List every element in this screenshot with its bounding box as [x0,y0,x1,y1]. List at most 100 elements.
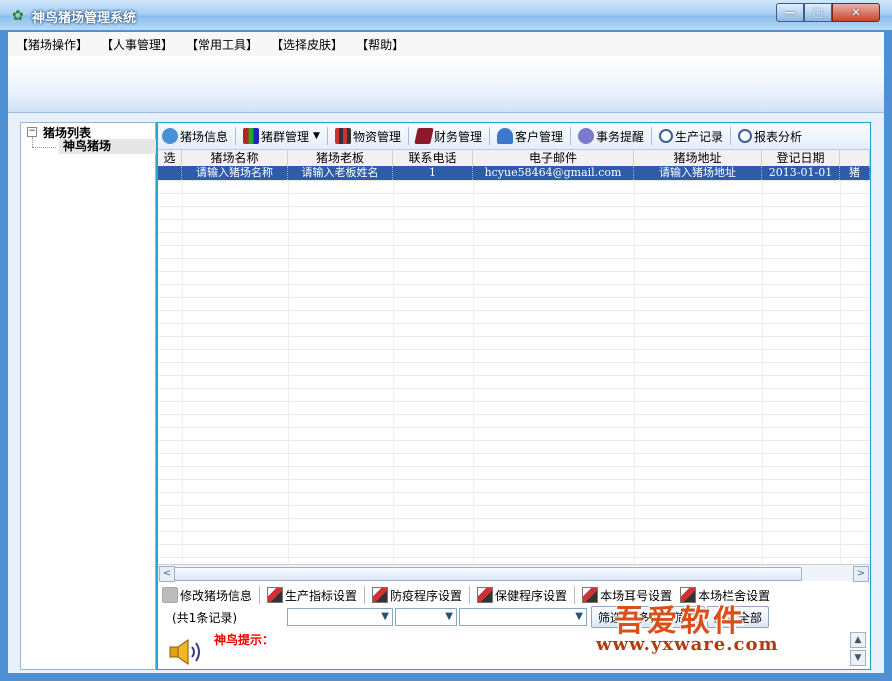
filter-button[interactable]: 筛选 [591,606,630,628]
pen-setup-button[interactable]: 本场栏舍设置 [676,585,774,605]
action-label: 生产指标设置 [285,588,358,603]
filter-bar: (共1条记录) ▼ ▼ ▼ 筛选 多条件筛选 显示全部 [158,606,870,628]
horizontal-scrollbar[interactable]: < > [158,564,870,582]
column-header[interactable]: 选 [158,150,182,166]
window-controls: — □ ✕ [776,3,880,22]
toolbar-divider [407,127,409,145]
column-header[interactable]: 猪场名称 [182,150,288,166]
maximize-button[interactable]: □ [804,3,832,22]
goods-icon [334,128,351,144]
scroll-down-button[interactable]: ▼ [850,650,866,666]
toolbar-herd-button[interactable]: 猪群管理 ▼ [239,125,324,147]
toolbar-report-button[interactable]: 报表分析 [734,125,806,147]
column-header[interactable]: 猪场地址 [634,150,762,166]
menu-skin[interactable]: 【选择皮肤】 [271,36,343,53]
ear-tag-button[interactable]: 本场耳号设置 [578,585,676,605]
tree-collapse-icon[interactable]: − [27,127,37,137]
table-cell[interactable]: 请输入老板姓名 [288,166,393,180]
table-cell[interactable]: 请输入猪场地址 [634,166,762,180]
toolbar-divider [235,127,237,145]
health-program-button[interactable]: 保健程序设置 [473,585,571,605]
table-cell[interactable] [158,166,182,180]
toolbar-divider [259,586,261,604]
toolbar: 猪场信息 猪群管理 ▼ 物资管理 财务管理 客户管理 事务提醒 生产记录 报表分… [158,123,870,150]
edit-farm-info-button[interactable]: 修改猪场信息 [158,585,256,605]
toolbar-reminder-button[interactable]: 事务提醒 [574,125,648,147]
pencil-icon [372,587,389,603]
banner-area [8,56,884,113]
toolbar-label: 客户管理 [514,129,563,144]
filter-field-select[interactable]: ▼ [287,608,393,626]
table-cell[interactable]: 1 [393,166,473,180]
toolbar-divider [574,586,576,604]
empty-grid-area [158,180,870,564]
multi-filter-button[interactable]: 多条件筛选 [631,606,706,628]
window-title: 神鸟猪场管理系统 [32,11,137,26]
column-header[interactable] [840,150,870,166]
vaccination-program-button[interactable]: 防疫程序设置 [368,585,466,605]
scroll-left-button[interactable]: < [159,566,175,582]
menu-tools[interactable]: 【常用工具】 [186,36,258,53]
chevron-down-icon: ▼ [381,611,389,622]
production-index-button[interactable]: 生产指标设置 [263,585,361,605]
customer-icon [496,128,513,144]
toolbar-divider [488,127,490,145]
pencil-icon [477,587,494,603]
minimize-button[interactable]: — [776,3,804,22]
toolbar-label: 猪场信息 [180,129,229,144]
toolbar-label: 报表分析 [754,129,803,144]
toolbar-divider [469,586,471,604]
scroll-right-button[interactable]: > [853,566,869,582]
table-header: 选 猪场名称 猪场老板 联系电话 电子邮件 猪场地址 登记日期 [158,150,870,167]
action-bar: 修改猪场信息 生产指标设置 防疫程序设置 保健程序设置 本场耳号设置 本场栏舍设… [158,584,870,606]
grid-divider [393,180,394,564]
toolbar-production-button[interactable]: 生产记录 [655,125,727,147]
table-cell[interactable]: 2013-01-01 [762,166,840,180]
toolbar-label: 财务管理 [433,129,482,144]
menu-personnel[interactable]: 【人事管理】 [101,36,173,53]
table-cell[interactable]: hcyue58464@gmail.com [473,166,634,180]
action-label: 本场栏舍设置 [698,588,771,603]
table-cell[interactable]: 请输入猪场名称 [182,166,288,180]
app-window: ✿ 神鸟猪场管理系统 — □ ✕ 【猪场操作】 【人事管理】 【常用工具】 【选… [0,0,892,681]
column-header[interactable]: 电子邮件 [473,150,634,166]
action-label: 修改猪场信息 [180,588,253,603]
filter-operator-select[interactable]: ▼ [395,608,457,626]
hint-scrollbar[interactable]: ▲ ▼ [850,632,866,666]
tree-item-farm[interactable]: 神鸟猪场 [59,139,157,154]
close-button[interactable]: ✕ [832,3,880,22]
table-row[interactable]: 请输入猪场名称 请输入老板姓名 1 hcyue58464@gmail.com 请… [158,166,870,180]
toolbar-finance-button[interactable]: 财务管理 [412,125,486,147]
herd-icon [243,128,260,144]
scroll-up-button[interactable]: ▲ [850,632,866,648]
scroll-thumb[interactable] [174,567,802,581]
chevron-down-icon[interactable]: ▼ [313,131,320,141]
toolbar-farm-info-button[interactable]: 猪场信息 [158,125,232,147]
grid-divider [288,180,289,564]
filter-value-select[interactable]: ▼ [459,608,587,626]
tree-connector [32,137,33,147]
column-header[interactable]: 猪场老板 [288,150,393,166]
action-label: 防疫程序设置 [390,588,463,603]
column-header[interactable]: 登记日期 [762,150,840,166]
main-panel: 猪场信息 猪群管理 ▼ 物资管理 财务管理 客户管理 事务提醒 生产记录 报表分… [156,122,871,670]
menu-help[interactable]: 【帮助】 [356,36,404,53]
menu-farm-ops[interactable]: 【猪场操作】 [16,36,88,53]
pencil-icon [680,587,697,603]
hint-label: 神鸟提示： [214,633,275,647]
action-label: 保健程序设置 [495,588,568,603]
pencil-icon [582,587,599,603]
pencil-icon [267,587,284,603]
column-header[interactable]: 联系电话 [393,150,473,166]
toolbar-customer-button[interactable]: 客户管理 [493,125,567,147]
grid-divider [182,180,183,564]
toolbar-divider [651,127,653,145]
toolbar-goods-button[interactable]: 物资管理 [331,125,405,147]
grid-divider [840,180,841,564]
toolbar-divider [730,127,732,145]
show-all-button[interactable]: 显示全部 [707,606,770,628]
grid-divider [634,180,635,564]
table-cell[interactable]: 猪 [840,166,870,180]
grid-divider [762,180,763,564]
farm-table: 选 猪场名称 猪场老板 联系电话 电子邮件 猪场地址 登记日期 请输入猪场名称 … [158,150,870,564]
